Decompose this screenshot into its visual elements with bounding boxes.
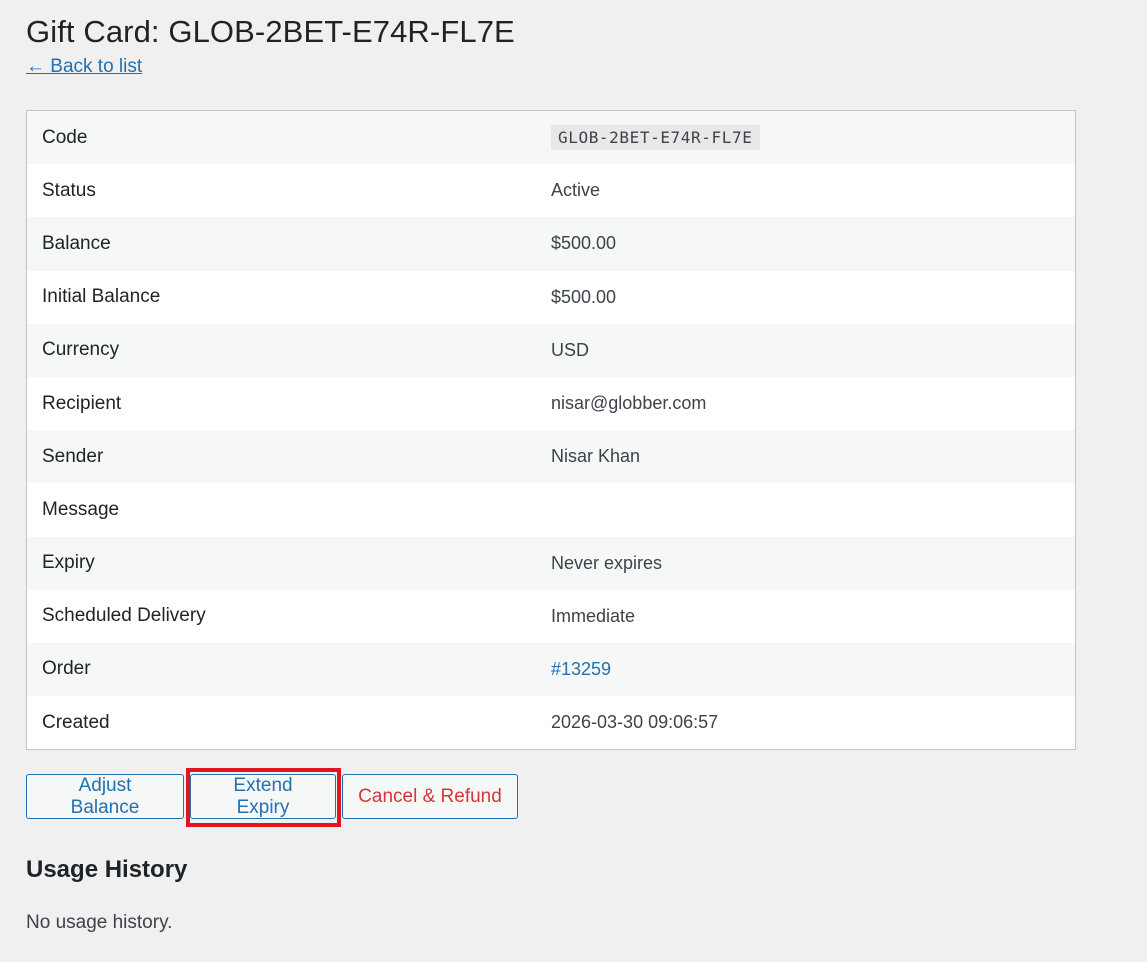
row-label: Balance bbox=[42, 232, 111, 254]
table-row-status: Status Active bbox=[27, 164, 1075, 218]
row-label: Code bbox=[42, 126, 88, 148]
order-link[interactable]: #13259 bbox=[551, 659, 611, 679]
extend-expiry-button[interactable]: Extend Expiry bbox=[190, 774, 336, 819]
table-row-created: Created 2026-03-30 09:06:57 bbox=[27, 696, 1075, 750]
table-row-sender: Sender Nisar Khan bbox=[27, 430, 1075, 484]
row-label: Expiry bbox=[42, 552, 95, 574]
row-label: Recipient bbox=[42, 392, 122, 414]
table-row-scheduled-delivery: Scheduled Delivery Immediate bbox=[27, 589, 1075, 643]
table-row-recipient: Recipient nisar@globber.com bbox=[27, 376, 1075, 431]
action-buttons: Adjust Balance Extend Expiry Cancel & Re… bbox=[26, 774, 518, 819]
row-label: Created bbox=[42, 711, 110, 733]
gift-card-details-table: Code GLOB-2BET-E74R-FL7E Status Active B… bbox=[26, 110, 1076, 751]
balance-value: $500.00 bbox=[551, 233, 617, 254]
row-label: Status bbox=[42, 179, 96, 201]
row-label: Sender bbox=[42, 445, 104, 467]
cancel-refund-button[interactable]: Cancel & Refund bbox=[342, 774, 518, 819]
row-label: Message bbox=[42, 498, 120, 520]
row-label: Order bbox=[42, 658, 91, 680]
usage-history-title: Usage History bbox=[26, 856, 188, 883]
usage-history-empty: No usage history. bbox=[26, 912, 173, 933]
row-value: #13259 bbox=[551, 659, 1075, 680]
table-row-message: Message bbox=[27, 483, 1075, 537]
table-row-expiry: Expiry Never expires bbox=[27, 536, 1075, 590]
row-label: Currency bbox=[42, 339, 120, 361]
table-row-initial-balance: Initial Balance $500.00 bbox=[27, 270, 1075, 324]
table-row-balance: Balance $500.00 bbox=[27, 217, 1075, 271]
row-label: Initial Balance bbox=[42, 286, 161, 308]
row-label: Scheduled Delivery bbox=[42, 605, 206, 627]
table-row-currency: Currency USD bbox=[27, 323, 1075, 377]
created-value: 2026-03-30 09:06:57 bbox=[551, 712, 719, 733]
recipient-value: nisar@globber.com bbox=[551, 393, 707, 414]
scheduled-delivery-value: Immediate bbox=[551, 605, 636, 626]
expiry-value: Never expires bbox=[551, 552, 663, 573]
page-wrap: Gift Card: GLOB-2BET-E74R-FL7E ← Back to… bbox=[0, 0, 1147, 80]
table-row-code: Code GLOB-2BET-E74R-FL7E bbox=[27, 111, 1075, 165]
sender-value: Nisar Khan bbox=[551, 446, 641, 467]
initial-balance-value: $500.00 bbox=[551, 286, 617, 307]
page-title: Gift Card: GLOB-2BET-E74R-FL7E bbox=[26, 14, 515, 49]
table-row-order: Order #13259 bbox=[27, 642, 1075, 697]
gift-card-code: GLOB-2BET-E74R-FL7E bbox=[551, 125, 761, 151]
currency-value: USD bbox=[551, 339, 590, 360]
adjust-balance-button[interactable]: Adjust Balance bbox=[26, 774, 184, 819]
row-value: GLOB-2BET-E74R-FL7E bbox=[551, 125, 1075, 151]
status-value: Active bbox=[551, 180, 601, 201]
back-to-list-link[interactable]: ← Back to list bbox=[26, 54, 142, 80]
